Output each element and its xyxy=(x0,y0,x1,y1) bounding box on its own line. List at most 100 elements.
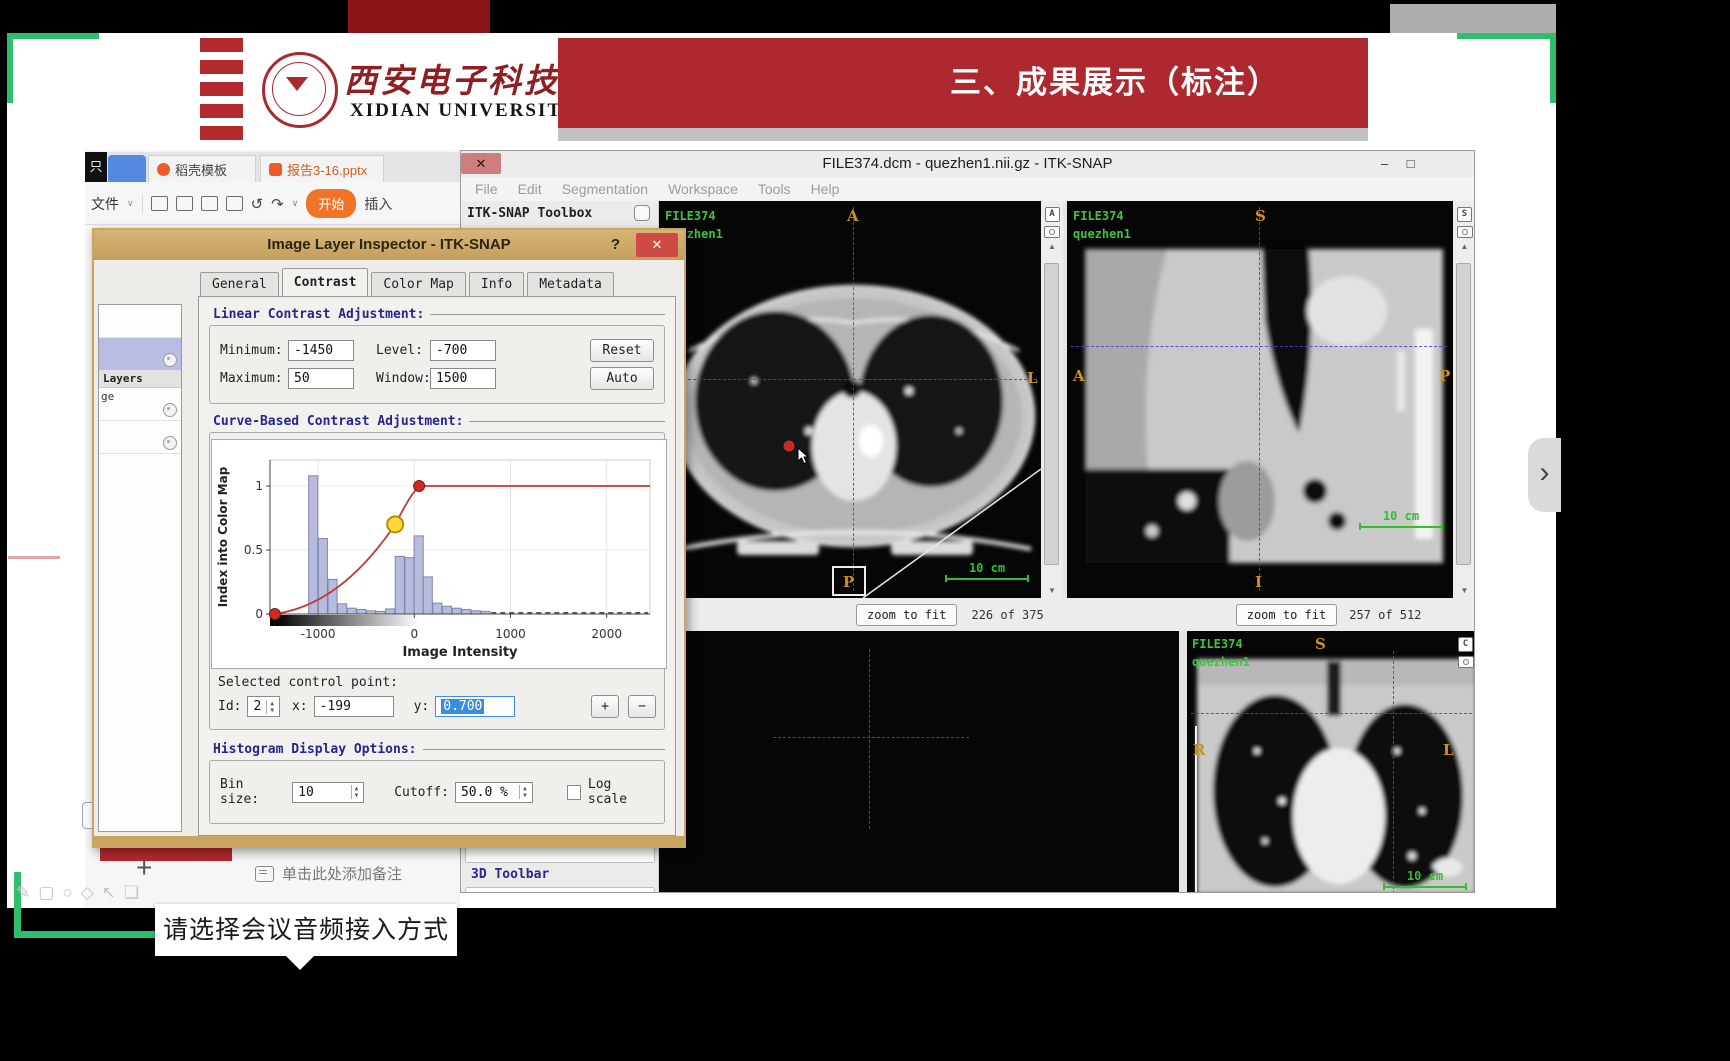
chevron-down-icon[interactable]: ∨ xyxy=(127,198,134,209)
render-3d-panel[interactable] xyxy=(659,631,1179,893)
toolbox-collapse-icon[interactable] xyxy=(634,205,650,221)
menu-help[interactable]: Help xyxy=(811,181,840,197)
auto-button[interactable]: Auto xyxy=(590,367,654,390)
rectangle-icon[interactable]: ▢ xyxy=(38,883,54,903)
minimum-field[interactable]: -1450 xyxy=(288,340,354,361)
pointer-icon[interactable]: ↖ xyxy=(102,883,116,903)
curve-contrast-label: Curve-Based Contrast Adjustment: xyxy=(213,414,665,429)
menu-workspace[interactable]: Workspace xyxy=(668,181,738,197)
undo-icon[interactable]: ↺ xyxy=(251,195,264,213)
coronal-icon-column: C xyxy=(1455,631,1475,701)
contrast-histogram-chart[interactable]: -100001000200000.51Image IntensityIndex … xyxy=(211,439,667,669)
tab-info[interactable]: Info xyxy=(469,272,524,297)
bin-size-stepper[interactable]: 10 xyxy=(292,782,364,803)
layer-row-selected[interactable] xyxy=(99,338,181,371)
tab-metadata[interactable]: Metadata xyxy=(527,272,614,297)
preview-icon[interactable] xyxy=(226,196,243,211)
tab-general[interactable]: General xyxy=(200,272,279,297)
side-panel-toggle[interactable]: › xyxy=(1528,438,1561,512)
add-point-button[interactable]: + xyxy=(591,695,619,718)
cutoff-stepper[interactable]: 50.0 % xyxy=(455,782,533,803)
wps-insert-tab[interactable]: 插入 xyxy=(364,194,392,214)
note-icon[interactable]: ❏ xyxy=(124,883,139,903)
remove-point-button[interactable]: − xyxy=(628,695,656,718)
y-field[interactable]: 0.700 xyxy=(435,696,515,717)
id-stepper[interactable]: 2 xyxy=(247,696,279,717)
log-scale-checkbox[interactable] xyxy=(567,785,581,800)
visibility-icon[interactable] xyxy=(163,353,177,367)
menu-edit[interactable]: Edit xyxy=(518,181,542,197)
coronal-screenshot-icon[interactable] xyxy=(1458,656,1474,668)
layer-row[interactable] xyxy=(99,305,181,338)
circle-icon[interactable]: ○ xyxy=(62,883,72,903)
axial-scrollbar-thumb[interactable] xyxy=(1044,263,1059,565)
level-field[interactable]: -700 xyxy=(430,340,496,361)
sagittal-screenshot-icon[interactable] xyxy=(1457,226,1473,238)
sagittal-slice-indicator: 257 of 512 xyxy=(1349,608,1421,622)
wps-file-menu[interactable]: 文件 xyxy=(91,194,119,214)
stepper-arrows-icon[interactable] xyxy=(266,700,274,714)
stepper-arrows-icon[interactable] xyxy=(519,785,527,799)
diamond-icon[interactable]: ◇ xyxy=(81,883,94,903)
toolbar-3d-header[interactable]: 3D Toolbar xyxy=(471,867,549,882)
wps-tab-file[interactable]: 报告3-16.pptx xyxy=(260,155,384,182)
visibility-icon[interactable] xyxy=(163,436,177,450)
scroll-up-icon[interactable]: ▲ xyxy=(1453,242,1475,252)
render3d-crosshair-v xyxy=(869,649,870,829)
wps-start-tab[interactable]: 开始 xyxy=(306,189,356,218)
coronal-layout-icon[interactable]: C xyxy=(1458,637,1473,652)
dialog-close-button[interactable]: ✕ xyxy=(636,233,678,257)
itk-titlebar[interactable]: FILE374.dcm - quezhen1.nii.gz - ITK-SNAP… xyxy=(461,151,1474,178)
save-icon[interactable] xyxy=(151,196,168,211)
axial-screenshot-icon[interactable] xyxy=(1044,226,1060,238)
scroll-down-icon[interactable]: ▼ xyxy=(1453,586,1475,596)
layer-row[interactable]: ge xyxy=(99,388,181,421)
more-tools-icon[interactable]: ∨ xyxy=(292,198,299,209)
maximize-button[interactable]: □ xyxy=(1397,153,1424,174)
x-field[interactable]: -199 xyxy=(314,696,394,717)
wps-home-tab[interactable] xyxy=(108,155,146,182)
scroll-up-icon[interactable]: ▲ xyxy=(1041,242,1063,252)
notes-area[interactable]: 单击此处添加备注 xyxy=(255,863,402,884)
slide-thumbnail-fragment[interactable] xyxy=(100,848,232,861)
axial-view-panel[interactable]: FILE374 quezhen1 A L P 10 cm xyxy=(659,201,1041,598)
window-field[interactable]: 1500 xyxy=(430,368,496,389)
sagittal-view-panel[interactable]: FILE374 quezhen1 S A P I 10 cm xyxy=(1067,201,1453,598)
scroll-down-icon[interactable]: ▼ xyxy=(1041,586,1063,596)
menu-tools[interactable]: Tools xyxy=(758,181,791,197)
coronal-scale-line xyxy=(1383,883,1467,890)
reset-button[interactable]: Reset xyxy=(590,339,654,362)
sagittal-zoom-to-fit-button[interactable]: zoom to fit xyxy=(1236,604,1337,626)
stepper-arrows-icon[interactable] xyxy=(351,785,359,799)
meeting-audio-tooltip[interactable]: 请选择会议音频接入方式 xyxy=(155,904,457,956)
x-label: x: xyxy=(292,699,308,714)
menu-segmentation[interactable]: Segmentation xyxy=(562,181,648,197)
maximum-field[interactable]: 50 xyxy=(288,368,354,389)
dialog-titlebar[interactable]: Image Layer Inspector - ITK-SNAP ? ✕ xyxy=(94,230,684,260)
close-button[interactable]: ✕ xyxy=(461,153,501,174)
axial-zoom-to-fit-button[interactable]: zoom to fit xyxy=(856,604,957,626)
pen-icon[interactable]: ✎ xyxy=(16,883,30,903)
menu-file[interactable]: File xyxy=(475,181,498,197)
sagittal-scrollbar-thumb[interactable] xyxy=(1456,263,1471,565)
coronal-view-panel[interactable]: FILE374 quezhen1 S R L 10 cm xyxy=(1187,631,1475,893)
sagittal-layout-icon[interactable]: S xyxy=(1457,207,1472,222)
visibility-icon[interactable] xyxy=(163,403,177,417)
tab-contrast[interactable]: Contrast xyxy=(282,268,369,297)
print-icon[interactable] xyxy=(201,196,218,211)
wps-tab-template[interactable]: 稻壳模板 xyxy=(148,155,256,182)
share-corner-bottom-left xyxy=(14,872,21,938)
help-button[interactable]: ? xyxy=(611,230,620,260)
minimize-button[interactable]: – xyxy=(1371,153,1398,174)
svg-text:1000: 1000 xyxy=(495,627,526,641)
tab-color-map[interactable]: Color Map xyxy=(371,272,465,297)
pptx-file-icon xyxy=(269,163,282,176)
university-logo xyxy=(262,52,338,128)
svg-text:Index into Color Map: Index into Color Map xyxy=(216,466,230,607)
redo-icon[interactable]: ↷ xyxy=(271,195,284,213)
wps-mini-tab[interactable]: 只 xyxy=(85,152,107,182)
new-slide-button[interactable]: + xyxy=(136,852,152,884)
output-icon[interactable] xyxy=(176,196,193,211)
layer-row[interactable] xyxy=(99,421,181,454)
axial-layout-icon[interactable]: A xyxy=(1045,207,1060,222)
